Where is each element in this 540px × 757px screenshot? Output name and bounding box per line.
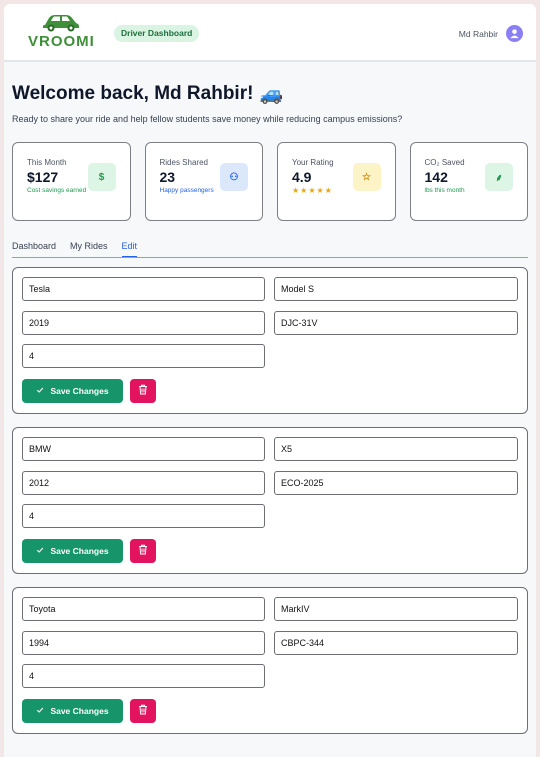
welcome-title: Welcome back, Md Rahbir! — [12, 83, 254, 104]
tab-bar: Dashboard My Rides Edit — [12, 241, 528, 258]
check-icon — [36, 546, 44, 556]
plate-field[interactable]: CBPC-344 — [274, 631, 518, 655]
trash-icon — [138, 702, 148, 720]
logo-text: VROOMI — [28, 33, 95, 50]
stats-row: This Month $127 Cost savings earned $ Rides … — [12, 142, 528, 221]
delete-button[interactable] — [130, 699, 156, 723]
stat-card: CO₂ Saved 142 lbs this month ⸙ — [409, 142, 528, 221]
save-button-label: Save Changes — [50, 546, 109, 556]
stat-card: Your Rating 4.9 ★★★★★ ☆ — [277, 142, 396, 221]
seats-field[interactable]: 4 — [22, 344, 265, 368]
save-button-label: Save Changes — [50, 706, 109, 716]
car-logo-icon — [43, 15, 79, 32]
trash-icon — [138, 542, 148, 560]
user-name: Md Rahbir — [458, 28, 498, 39]
seats-field[interactable]: 4 — [22, 664, 265, 688]
model-field[interactable]: X5 — [274, 437, 518, 461]
main-content: Welcome back, Md Rahbir! 🚙 Ready to shar… — [4, 82, 536, 734]
save-changes-button[interactable]: Save Changes — [22, 539, 123, 563]
stat-subtext: Happy passengers — [159, 187, 214, 194]
tab-dashboard[interactable]: Dashboard — [12, 241, 56, 257]
stat-card: Rides Shared 23 Happy passengers ⚇ — [144, 142, 263, 221]
role-badge: Driver Dashboard — [114, 25, 200, 42]
stat-subtext: Cost savings earned — [27, 187, 87, 194]
year-field[interactable]: 2012 — [22, 471, 265, 495]
tab-my-rides[interactable]: My Rides — [70, 241, 108, 257]
model-field[interactable]: MarkIV — [274, 597, 518, 621]
plate-field[interactable]: DJC-31V — [274, 311, 518, 335]
vehicle-list: Tesla Model S 2019 DJC-31V 4 Save Changes BMW X… — [12, 267, 528, 734]
make-field[interactable]: BMW — [22, 437, 265, 461]
make-field[interactable]: Tesla — [22, 277, 265, 301]
plate-field[interactable]: ECO-2025 — [274, 471, 518, 495]
star-icon: ☆ — [352, 163, 381, 191]
save-changes-button[interactable]: Save Changes — [22, 379, 123, 403]
year-field[interactable]: 2019 — [22, 311, 265, 335]
stat-card: This Month $127 Cost savings earned $ — [12, 142, 131, 221]
make-field[interactable]: Toyota — [22, 597, 265, 621]
logo[interactable]: VROOMI — [28, 12, 94, 50]
year-field[interactable]: 1994 — [22, 631, 265, 655]
car-emoji-icon: 🚙 — [259, 84, 284, 105]
check-icon — [36, 706, 44, 716]
vehicle-card: BMW X5 2012 ECO-2025 4 Save Changes — [12, 427, 528, 574]
tab-edit[interactable]: Edit — [121, 241, 138, 257]
delete-button[interactable] — [130, 379, 156, 403]
group-icon: ⚇ — [220, 163, 248, 191]
dollar-icon: $ — [87, 163, 116, 191]
user-avatar-icon[interactable] — [506, 25, 523, 42]
save-button-label: Save Changes — [50, 386, 109, 396]
stat-subtext: lbs this month — [424, 187, 465, 194]
save-changes-button[interactable]: Save Changes — [22, 699, 123, 723]
app-frame: VROOMI Driver Dashboard Md Rahbir Welcom… — [4, 4, 536, 757]
vehicle-card: Tesla Model S 2019 DJC-31V 4 Save Changes — [12, 267, 528, 414]
model-field[interactable]: Model S — [274, 277, 518, 301]
page-title: Welcome back, Md Rahbir! 🚙 — [12, 82, 528, 106]
delete-button[interactable] — [130, 539, 156, 563]
check-icon — [36, 386, 44, 396]
welcome-subtitle: Ready to share your ride and help fellow… — [12, 114, 403, 124]
trash-icon — [138, 382, 148, 400]
top-navbar: VROOMI Driver Dashboard Md Rahbir — [4, 4, 536, 62]
leaf-icon: ⸙ — [485, 163, 513, 191]
seats-field[interactable]: 4 — [22, 504, 265, 528]
user-menu[interactable]: Md Rahbir — [459, 25, 523, 42]
vehicle-card: Toyota MarkIV 1994 CBPC-344 4 Save Changes — [12, 587, 528, 734]
